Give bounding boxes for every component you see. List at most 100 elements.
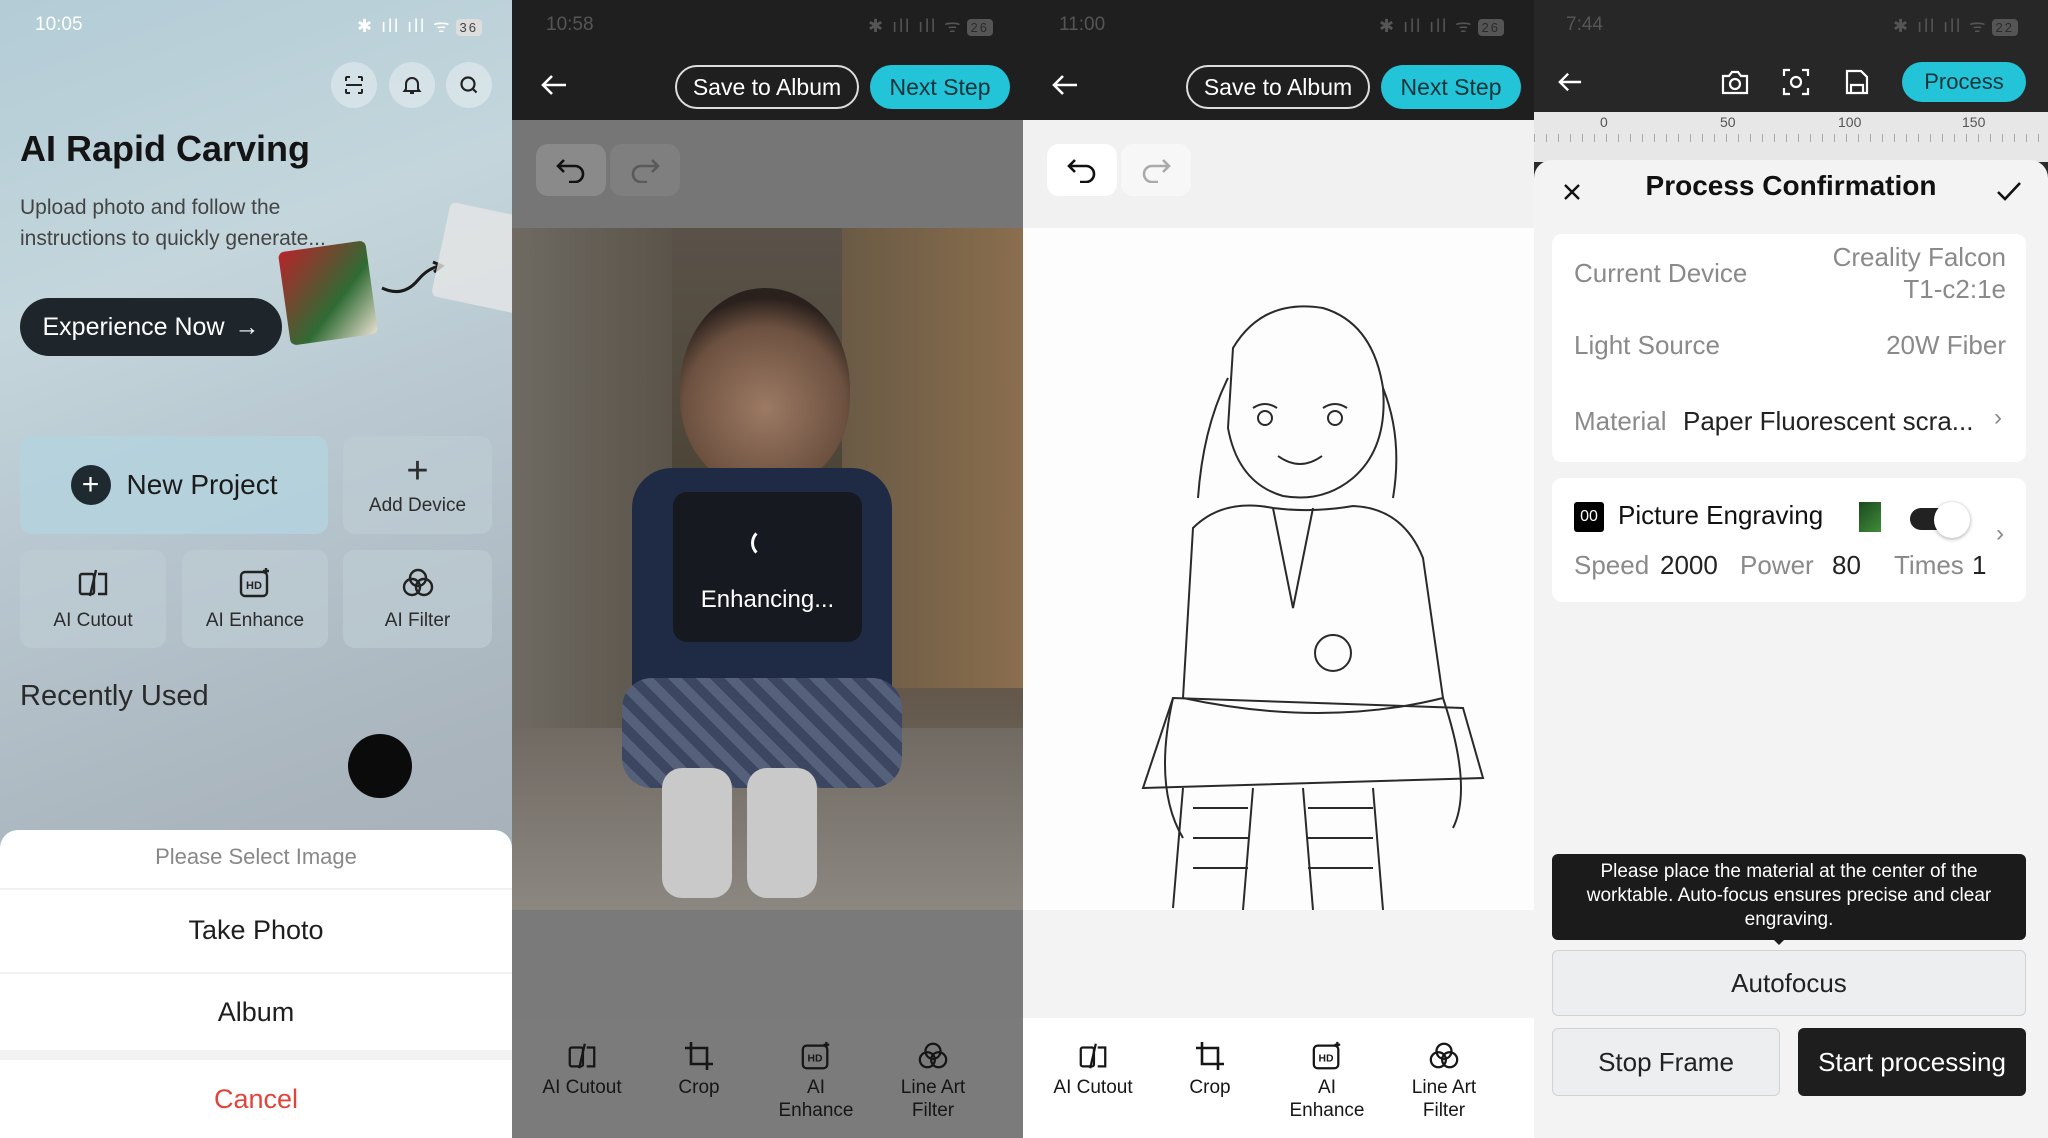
battery-indicator: 26 (966, 19, 993, 36)
layer-card[interactable]: 00 Picture Engraving › Speed 2000 Power … (1552, 478, 2026, 602)
top-bar: 11:00 ✱ ıll ıll ᯤ 26 Save to Album Next S… (1023, 0, 1534, 120)
material-label: Material (1574, 406, 1667, 436)
canvas-footer (1023, 910, 1534, 1018)
crop-icon (1196, 1042, 1224, 1070)
material-row[interactable]: Material Paper Fluorescent scra... › (1552, 380, 2026, 462)
sample-sketch (431, 201, 512, 315)
status-icons: ✱ ıll ıll ᯤ 26 (868, 14, 993, 38)
filter-icon (1429, 1042, 1459, 1069)
power-label: Power (1740, 550, 1814, 580)
line-art-screen: 11:00 ✱ ıll ıll ᯤ 26 Save to Album Next S… (1023, 0, 1534, 1138)
process-button[interactable]: Process (1902, 62, 2026, 102)
add-device-button[interactable]: + Add Device (343, 436, 492, 534)
tool-label: Enhance (778, 1100, 854, 1121)
history-toolbar (512, 120, 1023, 228)
banner-subtitle-1: Upload photo and follow the (20, 196, 281, 219)
speed-label: Speed (1574, 550, 1650, 580)
cancel-label: Cancel (213, 1084, 299, 1114)
redo-button[interactable] (1121, 144, 1191, 196)
back-arrow-icon[interactable] (1051, 72, 1079, 98)
layer-name: Picture Engraving (1618, 500, 1824, 530)
redo-icon (631, 159, 660, 183)
times-label: Times (1894, 550, 1964, 580)
tool-label: Filter (1422, 1100, 1466, 1121)
status-time: 10:58 (546, 14, 594, 35)
line-art-filter-tool[interactable]: Line Art Filter (878, 1040, 988, 1122)
tool-label: AI (1318, 1077, 1336, 1098)
tool-label: Filter (911, 1100, 955, 1121)
crop-tool[interactable]: Crop (644, 1040, 754, 1099)
layer-badge: 00 (1574, 502, 1604, 532)
next-step-button[interactable]: Next Step (1381, 65, 1521, 109)
status-icons: ✱ ıll ıll ᯤ 36 (357, 14, 482, 38)
album-option[interactable]: Album (0, 974, 512, 1050)
scan-icon[interactable] (331, 62, 377, 108)
enhancing-overlay: Enhancing... (673, 492, 862, 642)
sheet-separator (0, 1050, 512, 1060)
current-device-value: T1-c2:1e (1903, 274, 2006, 304)
tool-label: Crop (678, 1077, 720, 1098)
ai-enhance-tool[interactable]: HD AI Enhance (182, 550, 328, 648)
history-toolbar (1023, 120, 1534, 228)
save-to-album-button[interactable]: Save to Album (675, 65, 859, 109)
current-device-label: Current Device (1574, 258, 1748, 288)
start-processing-button[interactable]: Start processing (1798, 1028, 2026, 1096)
canvas-footer (512, 910, 1023, 1018)
next-step-button[interactable]: Next Step (870, 65, 1010, 109)
status-time: 7:44 (1566, 14, 1603, 35)
cancel-option[interactable]: Cancel (0, 1060, 512, 1138)
ai-cutout-tool[interactable]: AI Cutout (20, 550, 166, 648)
check-icon[interactable] (1996, 180, 2022, 202)
ai-filter-tool[interactable]: AI Filter (343, 550, 492, 648)
line-art-filter-tool[interactable]: Line Art Filter (1389, 1040, 1499, 1122)
chevron-right-icon: › (1994, 404, 2002, 431)
battery-indicator: 26 (1477, 19, 1504, 36)
camera-icon[interactable] (1720, 68, 1750, 96)
undo-button[interactable] (1047, 144, 1117, 196)
experience-now-button[interactable]: Experience Now → (20, 298, 282, 356)
stop-frame-button[interactable]: Stop Frame (1552, 1028, 1780, 1096)
home-screen: 10:05 ✱ ıll ıll ᯤ 36 AI Rapid Carving Upl… (0, 0, 512, 1138)
focus-scan-icon[interactable] (1782, 68, 1810, 96)
redo-button[interactable] (610, 144, 680, 196)
ai-cutout-tool[interactable]: AI Cutout (1038, 1040, 1148, 1099)
ruler-ticks (1534, 134, 2048, 142)
toggle-knob (1934, 502, 1970, 538)
take-photo-option[interactable]: Take Photo (0, 890, 512, 970)
layer-toggle[interactable] (1910, 502, 1970, 538)
back-arrow-icon[interactable] (1556, 70, 1584, 94)
crop-icon (685, 1042, 713, 1070)
top-bar: 7:44 ✱ ıll ıll ᯤ 22 Process (1534, 0, 2048, 112)
autofocus-button[interactable]: Autofocus (1552, 950, 2026, 1016)
save-file-icon[interactable] (1844, 68, 1870, 96)
speed-value: 2000 (1660, 550, 1718, 580)
loading-dot (348, 734, 412, 798)
status-icons: ✱ ıll ıll ᯤ 26 (1379, 14, 1504, 38)
filter-icon (918, 1042, 948, 1069)
new-project-button[interactable]: + New Project (20, 436, 328, 534)
filter-icon (402, 568, 433, 597)
undo-button[interactable] (536, 144, 606, 196)
ai-cutout-tool[interactable]: AI Cutout (527, 1040, 637, 1099)
battery-indicator: 22 (1991, 19, 2018, 36)
search-icon[interactable] (446, 62, 492, 108)
recently-used-heading: Recently Used (20, 680, 209, 712)
save-to-album-button[interactable]: Save to Album (1186, 65, 1370, 109)
back-arrow-icon[interactable] (540, 72, 568, 98)
process-confirmation-sheet: Process Confirmation Current Device Crea… (1534, 160, 2048, 1138)
ruler-label: 150 (1962, 114, 1986, 130)
tool-label: Enhance (1289, 1100, 1365, 1121)
ai-enhance-tool[interactable]: HD AI Enhance (761, 1040, 871, 1122)
layer-thumbnail (1859, 502, 1881, 532)
bell-icon[interactable] (389, 62, 435, 108)
ruler-label: 50 (1720, 114, 1736, 130)
status-bar: 11:00 ✱ ıll ıll ᯤ 26 (1023, 0, 1534, 50)
banner-subtitle-2: instructions to quickly generate... (20, 227, 326, 250)
spinner-icon (751, 528, 781, 558)
photo-child-sock-left (662, 768, 732, 898)
autofocus-tooltip: Please place the material at the center … (1552, 854, 2026, 940)
tool-label: AI Cutout (542, 1077, 622, 1098)
crop-tool[interactable]: Crop (1155, 1040, 1265, 1099)
ai-enhance-tool[interactable]: HD AI Enhance (1272, 1040, 1382, 1122)
ruler: 0 50 100 150 (1534, 112, 2048, 162)
